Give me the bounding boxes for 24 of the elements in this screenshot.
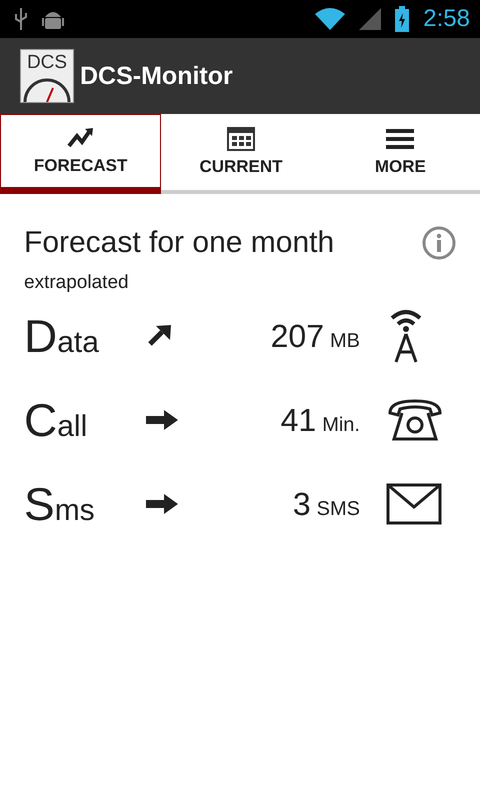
wifi-icon	[315, 8, 346, 30]
arrow-right-icon	[146, 410, 178, 430]
app-logo: DCS	[20, 49, 74, 103]
usage-label: Call	[24, 393, 88, 447]
calendar-icon	[226, 127, 255, 151]
usage-label: Sms	[24, 477, 96, 531]
menu-icon	[386, 127, 414, 151]
tab[interactable]: FORECAST	[0, 114, 162, 194]
usage-value: 3 SMS	[292, 486, 360, 522]
section-heading: Forecast for one month	[24, 226, 334, 260]
usage-value: 207 MB	[270, 318, 360, 354]
info-icon[interactable]	[422, 226, 456, 260]
trend-icon	[66, 126, 95, 150]
clock-time: 2:58	[423, 5, 470, 33]
envelope-icon	[386, 483, 442, 525]
app-title: DCS-Monitor	[80, 62, 233, 90]
battery-icon	[395, 6, 410, 32]
arrow-right-icon	[146, 494, 178, 514]
usage-label: Data	[24, 309, 100, 363]
phone-icon	[386, 397, 444, 443]
subtitle: extrapolated	[24, 272, 130, 294]
usb-icon	[14, 8, 28, 30]
signal-icon	[359, 8, 382, 30]
usage-value: 41 Min.	[280, 402, 360, 438]
